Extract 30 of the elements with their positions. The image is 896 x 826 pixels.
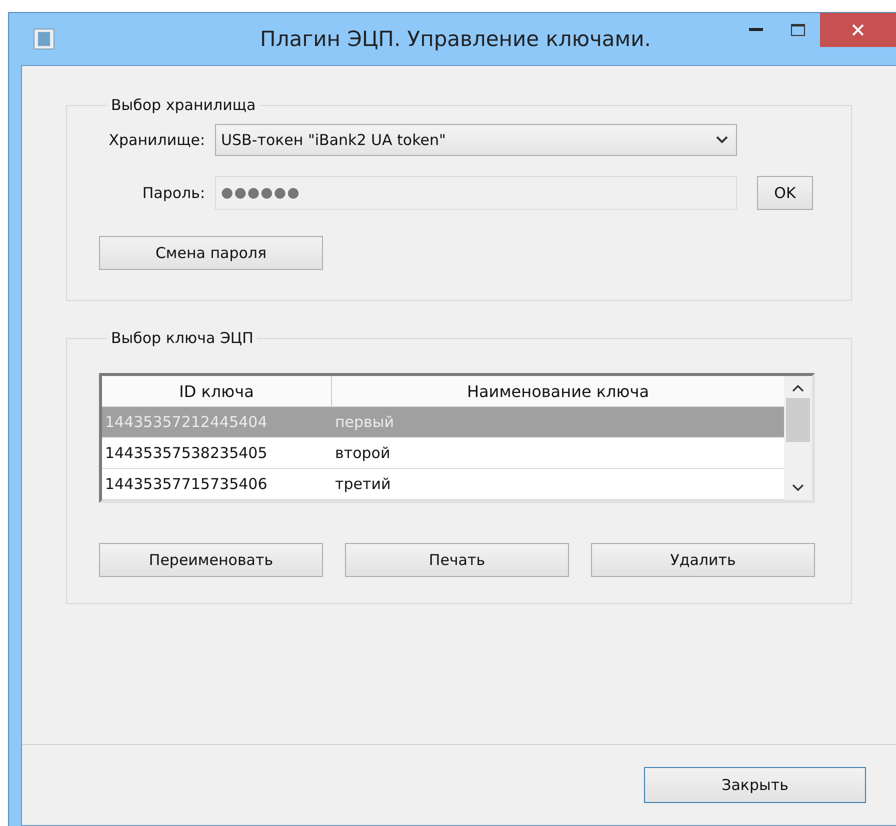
table-cell-text: третий (334, 475, 392, 493)
group-legend: Выбор ключа ЭЦП (107, 329, 258, 347)
password-field[interactable]: ●●●●●● (215, 176, 737, 210)
scrollbar[interactable] (784, 376, 812, 500)
app-icon (33, 28, 55, 50)
chevron-up-icon (792, 384, 804, 392)
action-button[interactable]: Удалить (591, 543, 815, 577)
chevron-down-icon (792, 484, 804, 492)
window-title: Плагин ЭЦП. Управление ключами. (259, 27, 652, 51)
column-header[interactable]: Наименование ключа (332, 376, 784, 406)
table-cell-text: 14435357715735406 (104, 475, 268, 493)
scrollbar-thumb[interactable] (786, 398, 810, 442)
table-cell-text: второй (334, 444, 392, 462)
change-password-button[interactable]: Смена пароля (99, 236, 323, 270)
maximize-icon (791, 24, 805, 36)
table-cell-text: 14435357212445404 (104, 413, 268, 431)
password-label: Пароль: (141, 184, 205, 202)
action-button[interactable]: Печать (345, 543, 569, 577)
storage-label: Хранилище: (108, 131, 205, 149)
chevron-down-icon (716, 136, 728, 144)
storage-dropdown[interactable]: USB-токен "iBank2 UA token" (215, 124, 737, 156)
action-button[interactable]: Переименовать (99, 543, 323, 577)
column-header[interactable]: ID ключа (102, 376, 332, 406)
close-icon (851, 23, 865, 37)
minimize-icon (749, 28, 763, 32)
ok-button[interactable]: OK (757, 176, 813, 210)
table-cell-text: первый (334, 413, 395, 431)
table-cell-text: 14435357538235405 (104, 444, 268, 462)
group-legend: Выбор хранилища (107, 96, 260, 114)
close-dialog-button[interactable]: Закрыть (644, 767, 866, 803)
